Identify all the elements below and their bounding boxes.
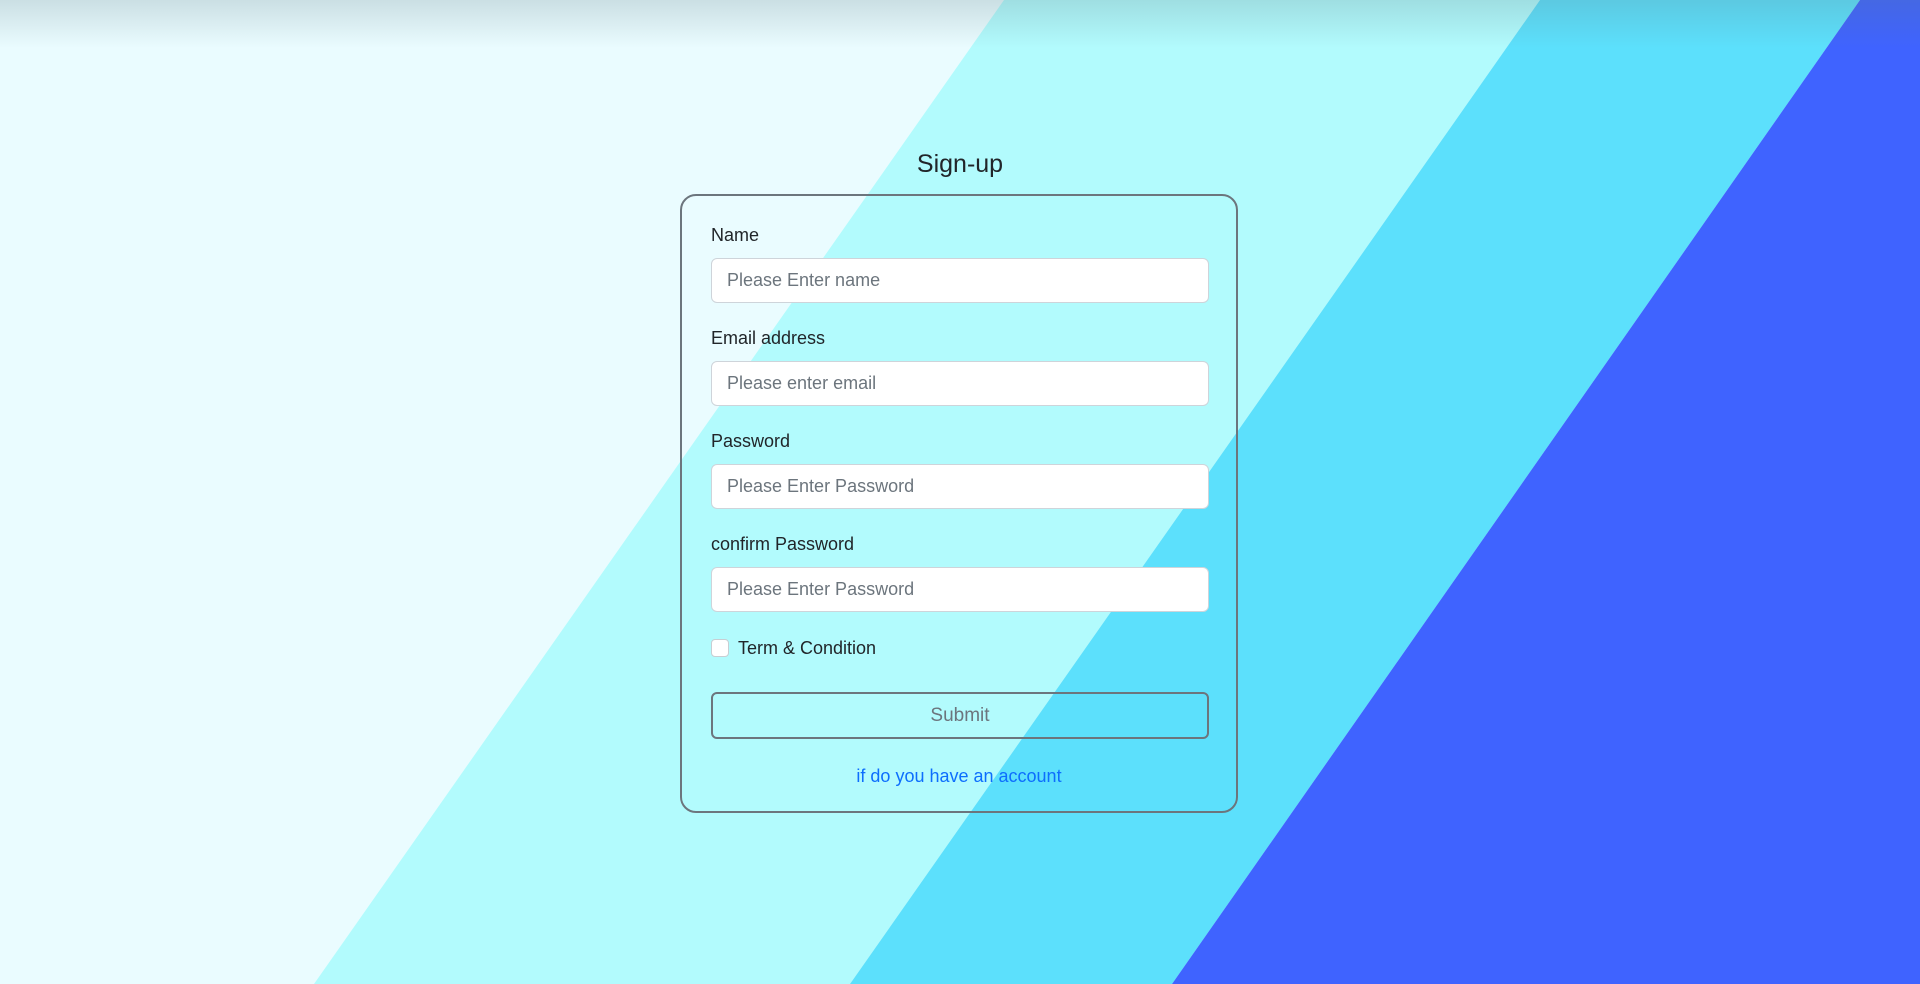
terms-label: Term & Condition	[738, 638, 877, 658]
name-field-group: Name	[711, 224, 1209, 303]
confirm-password-field-group: confirm Password	[711, 533, 1209, 612]
terms-row: Term & Condition	[711, 636, 1207, 660]
page-title: Sign-up	[916, 150, 1004, 178]
email-input[interactable]	[711, 361, 1209, 406]
signup-form: Name Email address Password confirm Pass…	[680, 194, 1238, 813]
email-label: Email address	[711, 328, 826, 348]
password-label: Password	[711, 431, 791, 451]
confirm-password-label: confirm Password	[711, 534, 855, 554]
password-input[interactable]	[711, 464, 1209, 509]
name-input[interactable]	[711, 258, 1209, 303]
password-field-group: Password	[711, 430, 1209, 509]
name-label: Name	[711, 225, 760, 245]
confirm-password-input[interactable]	[711, 567, 1209, 612]
terms-checkbox[interactable]	[711, 639, 729, 657]
email-field-group: Email address	[711, 327, 1209, 406]
submit-button[interactable]: Submit	[711, 692, 1209, 739]
login-link[interactable]: if do you have an account	[711, 765, 1207, 787]
